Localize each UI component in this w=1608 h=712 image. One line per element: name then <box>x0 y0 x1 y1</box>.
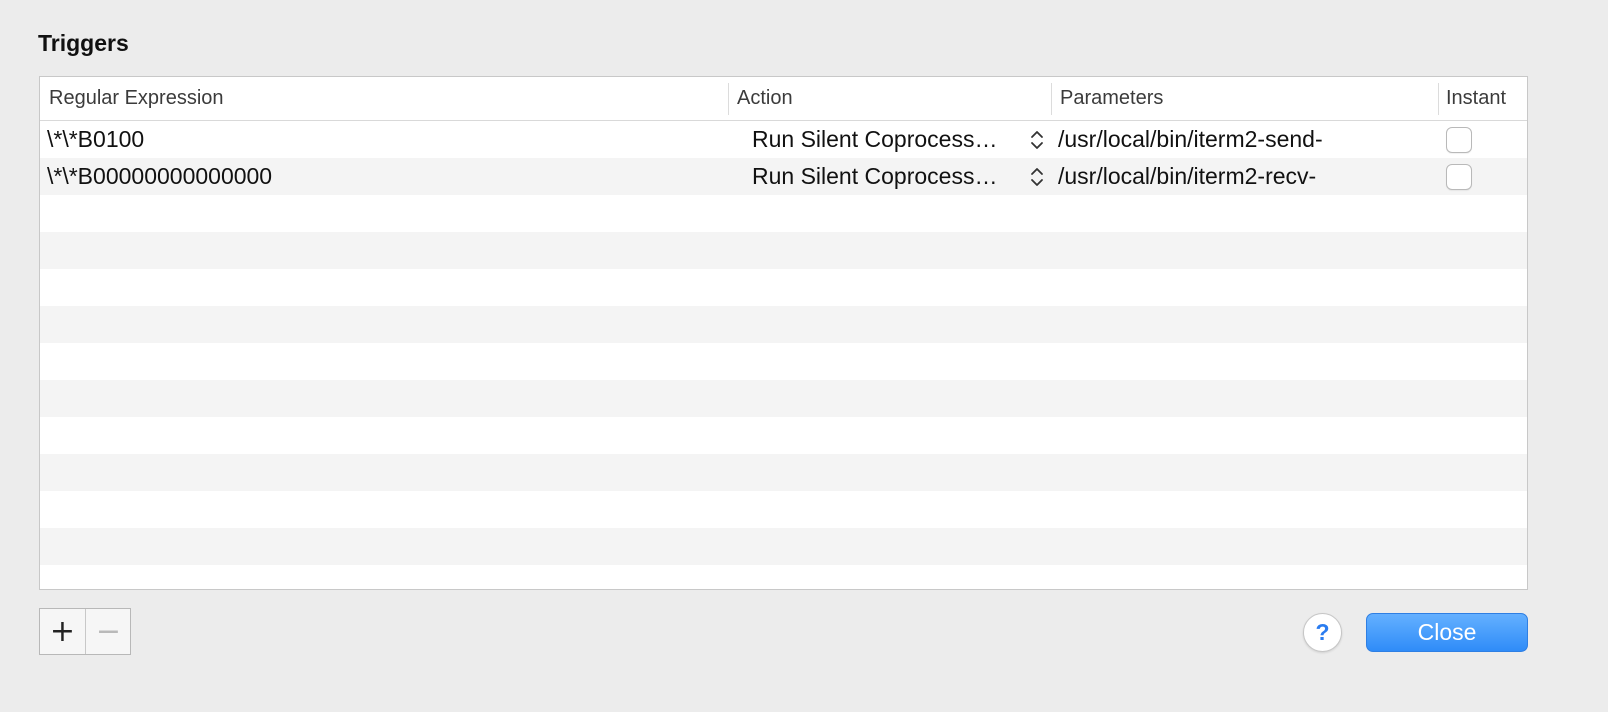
column-header-action[interactable]: Action <box>728 77 1051 120</box>
table-row[interactable]: \*\*B00000000000000 Run Silent Coprocess… <box>40 158 1527 195</box>
dialog-title: Triggers <box>38 30 129 56</box>
parameters-cell[interactable]: /usr/local/bin/iterm2-recv- <box>1058 158 1433 195</box>
up-down-chevron-icon[interactable] <box>1030 166 1044 188</box>
instant-checkbox[interactable] <box>1446 127 1472 153</box>
empty-row <box>40 417 1527 454</box>
instant-checkbox[interactable] <box>1446 164 1472 190</box>
add-remove-control: + − <box>39 608 131 655</box>
column-header-instant[interactable]: Instant <box>1438 77 1527 120</box>
close-button[interactable]: Close <box>1366 613 1528 652</box>
empty-row <box>40 306 1527 343</box>
regex-cell[interactable]: \*\*B00000000000000 <box>47 158 717 195</box>
empty-row <box>40 454 1527 491</box>
add-trigger-button[interactable]: + <box>40 609 85 654</box>
table-header: Regular Expression Action Parameters Ins… <box>40 77 1527 121</box>
triggers-table[interactable]: Regular Expression Action Parameters Ins… <box>39 76 1528 590</box>
column-header-regular-expression[interactable]: Regular Expression <box>40 77 728 120</box>
empty-row <box>40 565 1527 589</box>
action-popup[interactable]: Run Silent Coprocess… <box>752 121 997 158</box>
column-header-parameters[interactable]: Parameters <box>1051 77 1438 120</box>
empty-row <box>40 491 1527 528</box>
empty-row <box>40 380 1527 417</box>
empty-row <box>40 269 1527 306</box>
parameters-cell[interactable]: /usr/local/bin/iterm2-send- <box>1058 121 1433 158</box>
help-button[interactable]: ? <box>1303 613 1342 652</box>
empty-row <box>40 343 1527 380</box>
regex-cell[interactable]: \*\*B0100 <box>47 121 717 158</box>
table-row[interactable]: \*\*B0100 Run Silent Coprocess… /usr/loc… <box>40 121 1527 158</box>
empty-row <box>40 528 1527 565</box>
remove-trigger-button[interactable]: − <box>86 609 131 654</box>
empty-row <box>40 195 1527 232</box>
empty-row <box>40 232 1527 269</box>
up-down-chevron-icon[interactable] <box>1030 129 1044 151</box>
action-popup[interactable]: Run Silent Coprocess… <box>752 158 997 195</box>
